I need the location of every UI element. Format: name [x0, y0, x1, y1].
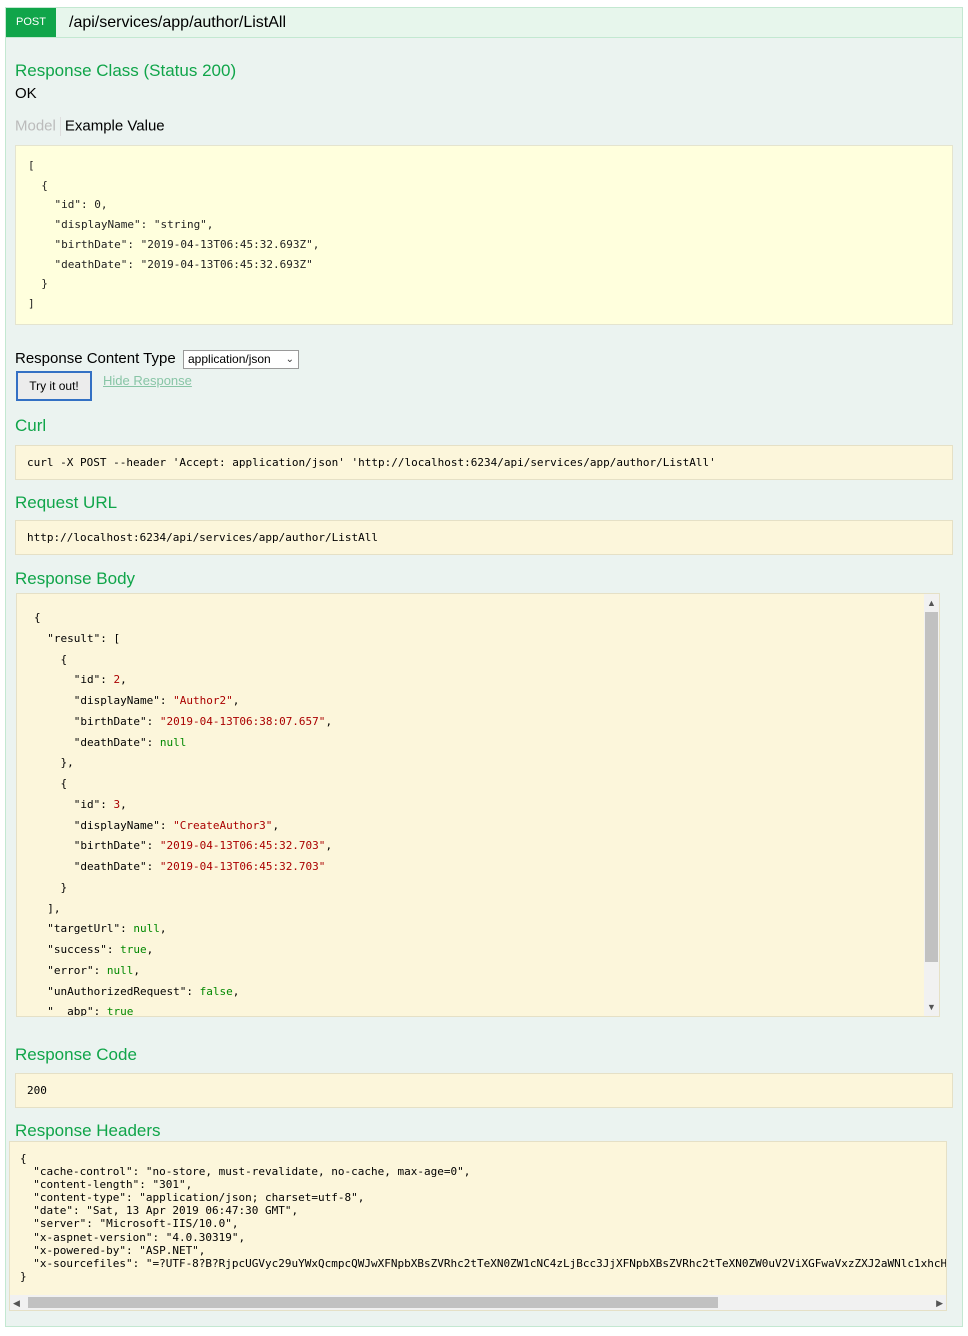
- response-body-code[interactable]: { "result": [ { "id": 2, "displayName": …: [34, 608, 332, 1016]
- response-body-panel[interactable]: { "result": [ { "id": 2, "displayName": …: [16, 593, 940, 1017]
- response-headers-code[interactable]: { "cache-control": "no-store, must-reval…: [20, 1152, 946, 1283]
- response-class-status: OK: [15, 85, 37, 102]
- endpoint-path[interactable]: /api/services/app/author/ListAll: [69, 8, 286, 37]
- curl-command[interactable]: curl -X POST --header 'Accept: applicati…: [15, 445, 953, 480]
- chevron-down-icon: ⌄: [285, 354, 294, 365]
- response-content-type-label: Response Content Type: [15, 350, 176, 367]
- scroll-right-icon[interactable]: ▶: [936, 1297, 943, 1309]
- request-url-title: Request URL: [15, 493, 118, 512]
- content-type-selected: application/json: [188, 352, 271, 366]
- scrollbar-thumb[interactable]: [28, 1297, 718, 1308]
- tab-model[interactable]: Model: [15, 117, 56, 134]
- response-class-title: Response Class (Status 200): [15, 61, 237, 80]
- http-method-badge[interactable]: POST: [6, 8, 56, 37]
- response-body-scrollbar[interactable]: ▲ ▼: [924, 594, 939, 1016]
- response-headers-title: Response Headers: [15, 1121, 161, 1140]
- model-tabs: Model Example Value: [15, 117, 165, 136]
- request-url-value[interactable]: http://localhost:6234/api/services/app/a…: [15, 520, 953, 555]
- hide-response-link[interactable]: Hide Response: [103, 373, 192, 388]
- response-code-title: Response Code: [15, 1045, 137, 1064]
- response-headers-panel[interactable]: { "cache-control": "no-store, must-reval…: [9, 1141, 947, 1311]
- response-content-type-select[interactable]: application/json ⌄: [183, 350, 299, 369]
- response-code-value[interactable]: 200: [15, 1073, 953, 1108]
- tab-divider: [59, 117, 61, 136]
- try-it-out-button[interactable]: Try it out!: [16, 371, 92, 401]
- curl-title: Curl: [15, 416, 47, 435]
- response-headers-scrollbar[interactable]: ◀ ▶: [10, 1295, 946, 1310]
- scroll-up-icon[interactable]: ▲: [927, 597, 936, 609]
- scroll-down-icon[interactable]: ▼: [927, 1001, 936, 1013]
- scrollbar-thumb[interactable]: [925, 612, 938, 962]
- tab-example-value[interactable]: Example Value: [65, 117, 165, 134]
- response-body-title: Response Body: [15, 569, 136, 588]
- operation-header[interactable]: POST /api/services/app/author/ListAll: [6, 8, 962, 38]
- example-value-code[interactable]: [ { "id": 0, "displayName": "string", "b…: [15, 145, 953, 325]
- scroll-left-icon[interactable]: ◀: [13, 1297, 20, 1309]
